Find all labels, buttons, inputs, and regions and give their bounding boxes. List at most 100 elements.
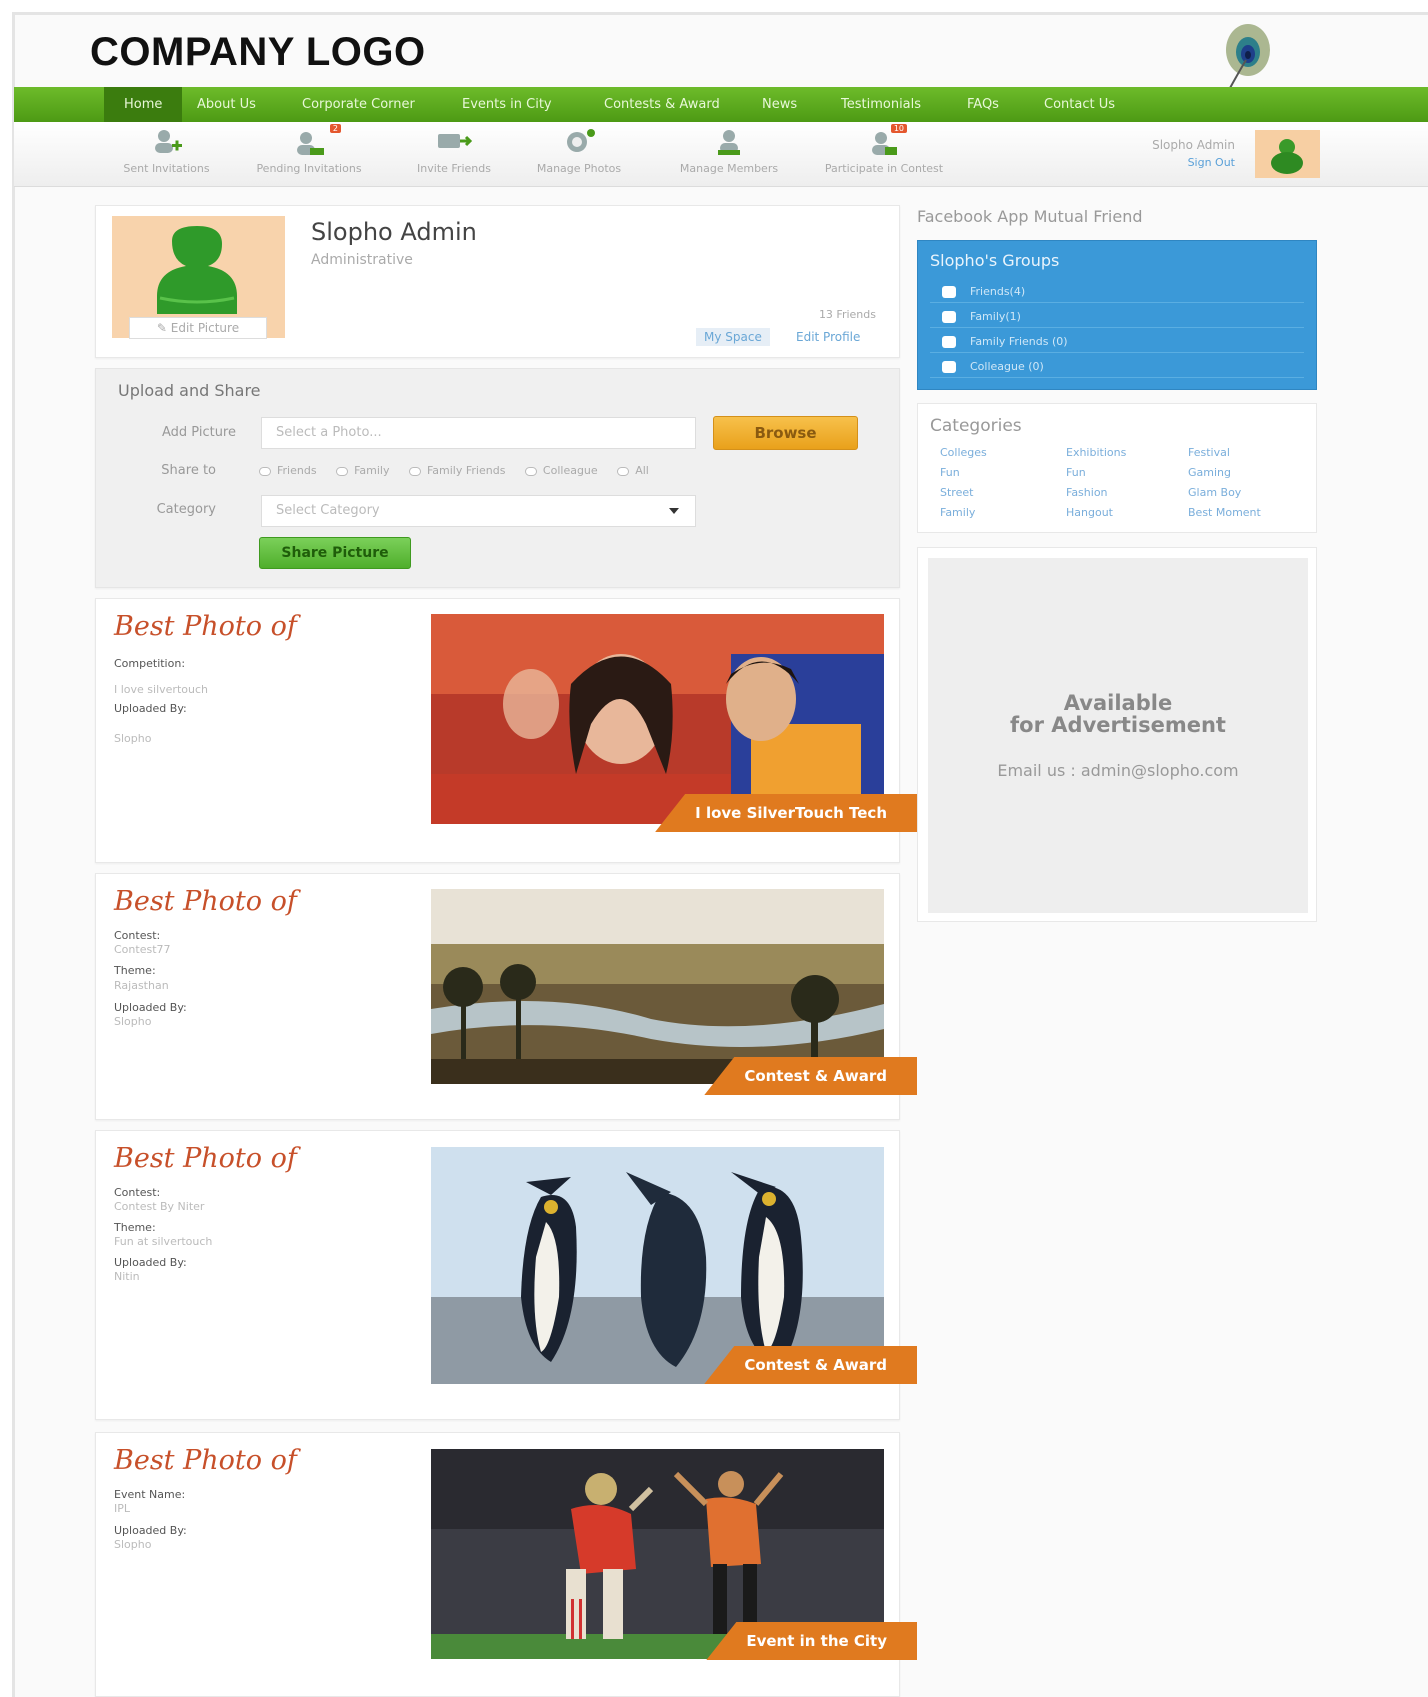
post-ribbon[interactable]: Contest & Award	[704, 1346, 917, 1384]
category-link[interactable]: Glam Boy	[1188, 486, 1241, 499]
radio-icon	[524, 466, 537, 476]
upload-share-panel: Upload and Share Add Picture Select a Ph…	[95, 368, 900, 588]
edit-picture-button[interactable]: ✎ Edit Picture	[129, 317, 267, 339]
profile-name: Slopho Admin	[311, 218, 477, 246]
category-link[interactable]: Hangout	[1066, 506, 1113, 519]
post-field-label: Theme:	[114, 964, 156, 977]
toolbar-user-name[interactable]: Slopho Admin	[1115, 138, 1235, 152]
briefcase-icon	[942, 361, 956, 373]
post-field-label: Contest:	[114, 929, 161, 942]
avatar[interactable]	[1255, 130, 1320, 178]
category-link[interactable]: Family	[940, 506, 975, 519]
category-link[interactable]: Street	[940, 486, 973, 499]
user-add-icon	[109, 128, 224, 156]
post-heading: Best Photo of	[114, 886, 297, 917]
post-ribbon[interactable]: Event in the City	[706, 1622, 917, 1660]
post-heading: Best Photo of	[114, 1445, 297, 1476]
post-field-value[interactable]: IPL	[114, 1502, 130, 1515]
post-field-label: Uploaded By:	[114, 1256, 187, 1269]
category-link[interactable]: Gaming	[1188, 466, 1231, 479]
nav-events-in-city[interactable]: Events in City	[462, 87, 552, 122]
edit-profile-link[interactable]: Edit Profile	[796, 330, 860, 344]
share-option-friends[interactable]: Friends	[259, 464, 317, 477]
pencil-icon: ✎	[156, 321, 171, 335]
nav-news[interactable]: News	[762, 87, 797, 122]
post-field-value[interactable]: Slopho	[114, 1015, 151, 1028]
post-field-value[interactable]: Contest By Niter	[114, 1200, 204, 1213]
toolbar-label: Manage Photos	[536, 162, 622, 175]
radio-icon	[336, 466, 349, 476]
friends-count[interactable]: 13 Friends	[796, 308, 876, 321]
category-link[interactable]: Colleges	[940, 446, 987, 459]
post-ribbon[interactable]: Contest & Award	[704, 1057, 917, 1095]
post-ribbon[interactable]: I love SilverTouch Tech	[655, 794, 917, 832]
landscape-painting-photo[interactable]	[431, 889, 884, 1084]
invite-icon	[399, 128, 509, 156]
post-field-value[interactable]: I love silvertouch	[114, 683, 208, 696]
share-option-all[interactable]: All	[617, 464, 649, 477]
advertisement-box[interactable]: Available for Advertisement Email us : a…	[928, 558, 1308, 913]
share-option-colleague[interactable]: Colleague	[524, 464, 598, 477]
sign-out-link[interactable]: Sign Out	[1115, 156, 1235, 169]
nav-contests-award[interactable]: Contests & Award	[604, 87, 720, 122]
group-label: Colleague (0)	[970, 360, 1044, 373]
toolbar-manage-members[interactable]: Manage Members	[664, 128, 794, 175]
post-field-label: Event Name:	[114, 1488, 186, 1501]
category-link[interactable]: Fun	[940, 466, 960, 479]
group-label: Friends(4)	[970, 285, 1026, 298]
category-link[interactable]: Fun	[1066, 466, 1086, 479]
groups-panel: Slopho's Groups Friends(4) Family(1) Fam…	[917, 240, 1317, 390]
nav-home[interactable]: Home	[104, 87, 183, 129]
toolbar-manage-photos[interactable]: Manage Photos	[519, 128, 639, 175]
company-logo[interactable]: COMPANY LOGO	[90, 30, 426, 75]
share-picture-button[interactable]: Share Picture	[259, 537, 411, 569]
ad-subheadline: for Advertisement	[1010, 713, 1226, 737]
share-option-family[interactable]: Family	[336, 464, 389, 477]
post-field-value[interactable]: Slopho	[114, 1538, 151, 1551]
category-link[interactable]: Festival	[1188, 446, 1230, 459]
category-link[interactable]: Exhibitions	[1066, 446, 1126, 459]
post-field-label: Contest:	[114, 1186, 161, 1199]
post-field-label: Uploaded By:	[114, 702, 187, 715]
my-space-link[interactable]: My Space	[696, 328, 770, 346]
category-link[interactable]: Fashion	[1066, 486, 1108, 499]
toolbar-sent-invitations[interactable]: Sent Invitations	[109, 128, 224, 175]
fans-photo[interactable]	[431, 614, 884, 824]
toolbar-participate-contest[interactable]: 10 Participate in Contest	[809, 124, 959, 175]
group-item-colleague[interactable]: Colleague (0)	[930, 356, 1304, 378]
photo-post: Best Photo of Competition: I love silver…	[95, 598, 917, 863]
category-link[interactable]: Best Moment	[1188, 506, 1261, 519]
group-item-family[interactable]: Family(1)	[930, 306, 1304, 328]
camera-icon	[519, 128, 639, 156]
profile-card: ✎ Edit Picture Slopho Admin Administrati…	[95, 205, 900, 358]
post-field-value[interactable]: Rajasthan	[114, 979, 169, 992]
radio-icon	[617, 466, 630, 476]
group-item-family-friends[interactable]: Family Friends (0)	[930, 331, 1304, 353]
nav-contact-us[interactable]: Contact Us	[1044, 87, 1115, 122]
nav-testimonials[interactable]: Testimonials	[841, 87, 921, 122]
nav-corporate-corner[interactable]: Corporate Corner	[302, 87, 415, 122]
nav-about-us[interactable]: About Us	[197, 87, 256, 122]
group-item-friends[interactable]: Friends(4)	[930, 281, 1304, 303]
post-field-value[interactable]: Nitin	[114, 1270, 140, 1283]
nav-faqs[interactable]: FAQs	[967, 87, 999, 122]
post-field-value[interactable]: Slopho	[114, 732, 151, 745]
peacock-feather-icon	[1210, 20, 1280, 90]
category-label: Category	[156, 502, 216, 517]
add-picture-label: Add Picture	[161, 425, 236, 440]
post-field-value[interactable]: Fun at silvertouch	[114, 1235, 212, 1248]
categories-title: Categories	[930, 416, 1022, 436]
browse-button[interactable]: Browse	[713, 416, 858, 450]
post-field-label: Competition:	[114, 657, 186, 670]
category-select[interactable]: Select Category	[261, 495, 696, 527]
groups-title: Slopho's Groups	[930, 251, 1060, 270]
post-field-value[interactable]: Contest77	[114, 943, 171, 956]
pending-icon: 2	[239, 124, 379, 156]
photo-post: Best Photo of Contest: Contest By Niter …	[95, 1130, 917, 1420]
toolbar-pending-invitations[interactable]: 2 Pending Invitations	[239, 124, 379, 175]
advertisement-panel: Available for Advertisement Email us : a…	[917, 547, 1317, 922]
share-option-family-friends[interactable]: Family Friends	[408, 464, 505, 477]
toolbar-invite-friends[interactable]: Invite Friends	[399, 128, 509, 175]
add-picture-input[interactable]: Select a Photo...	[261, 417, 696, 449]
toolbar-label: Invite Friends	[417, 162, 491, 175]
